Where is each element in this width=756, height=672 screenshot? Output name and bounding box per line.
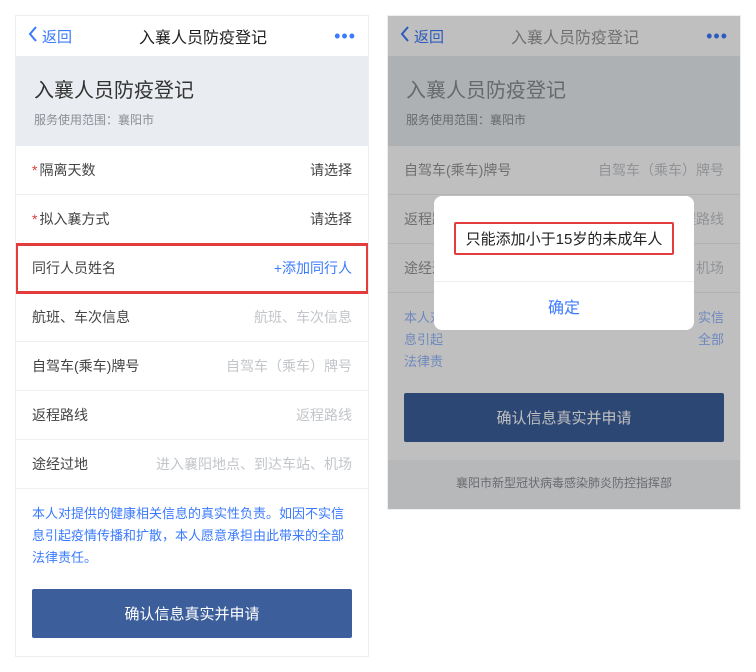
alert-ok-button[interactable]: 确定 [434, 281, 694, 330]
form-list: 隔离天数 请选择 拟入襄方式 请选择 同行人员姓名 +添加同行人 航班、车次信息… [16, 146, 368, 489]
more-button[interactable]: ••• [334, 26, 356, 47]
page-title: 入襄人员防疫登记 [139, 24, 267, 48]
placeholder-route: 返程路线 [296, 405, 352, 425]
row-flight-info[interactable]: 航班、车次信息 航班、车次信息 [16, 293, 368, 342]
row-via-places[interactable]: 途经过地 进入襄阳地点、到达车站、机场 [16, 440, 368, 489]
placeholder-car: 自驾车（乘车）牌号 [226, 356, 352, 376]
row-entry-method[interactable]: 拟入襄方式 请选择 [16, 195, 368, 244]
form-header: 入襄人员防疫登记 服务使用范围：襄阳市 [16, 56, 368, 146]
label-via: 途经过地 [32, 454, 88, 474]
row-car-plate[interactable]: 自驾车(乘车)牌号 自驾车（乘车）牌号 [16, 342, 368, 391]
row-return-route[interactable]: 返程路线 返程路线 [16, 391, 368, 440]
back-label: 返回 [42, 26, 72, 47]
back-button[interactable]: 返回 [28, 26, 72, 47]
label-quarantine: 隔离天数 [32, 160, 95, 180]
row-companion-name[interactable]: 同行人员姓名 +添加同行人 [16, 244, 368, 293]
confirm-wrap: 确认信息真实并申请 [16, 579, 368, 656]
phone-screen-left: 返回 入襄人员防疫登记 ••• 入襄人员防疫登记 服务使用范围：襄阳市 隔离天数… [16, 16, 368, 656]
alert-dialog: 只能添加小于15岁的未成年人 确定 [434, 196, 694, 330]
row-quarantine-days[interactable]: 隔离天数 请选择 [16, 146, 368, 195]
modal-overlay: 只能添加小于15岁的未成年人 确定 [388, 16, 740, 509]
label-companion: 同行人员姓名 [32, 258, 116, 278]
value-method: 请选择 [310, 209, 352, 229]
phone-screen-right: 返回 入襄人员防疫登记 ••• 入襄人员防疫登记 服务使用范围：襄阳市 自驾车(… [388, 16, 740, 509]
value-quarantine: 请选择 [310, 160, 352, 180]
label-flight: 航班、车次信息 [32, 307, 130, 327]
chevron-left-icon [28, 26, 38, 46]
legal-notice: 本人对提供的健康相关信息的真实性负责。如因不实信息引起疫情传播和扩散，本人愿意承… [16, 489, 368, 579]
confirm-button[interactable]: 确认信息真实并申请 [32, 589, 352, 638]
label-car: 自驾车(乘车)牌号 [32, 356, 139, 376]
alert-message-text: 只能添加小于15岁的未成年人 [454, 222, 675, 255]
form-title: 入襄人员防疫登记 [34, 74, 350, 103]
alert-message: 只能添加小于15岁的未成年人 [434, 196, 694, 281]
label-route: 返程路线 [32, 405, 88, 425]
form-scope: 服务使用范围：襄阳市 [34, 111, 350, 128]
placeholder-via: 进入襄阳地点、到达车站、机场 [156, 454, 352, 474]
placeholder-flight: 航班、车次信息 [254, 307, 352, 327]
label-method: 拟入襄方式 [32, 209, 109, 229]
add-companion-link[interactable]: +添加同行人 [274, 258, 352, 278]
navbar: 返回 入襄人员防疫登记 ••• [16, 16, 368, 56]
